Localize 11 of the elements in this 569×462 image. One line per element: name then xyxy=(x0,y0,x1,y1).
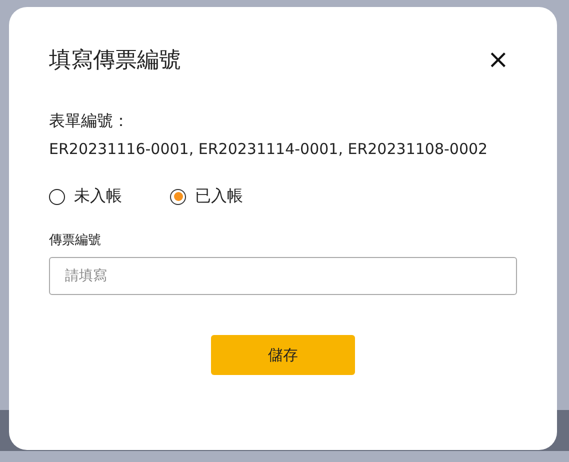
dialog-title: 填寫傳票編號 xyxy=(49,47,181,75)
save-button[interactable]: 儲存 xyxy=(211,335,355,375)
radio-button[interactable] xyxy=(49,188,65,204)
field-label: 傳票編號 xyxy=(49,232,102,249)
form-number-label: 表單編號： xyxy=(49,111,130,132)
radio-label[interactable]: 已入帳 xyxy=(195,186,243,207)
close-button[interactable]: × xyxy=(487,47,517,73)
voucher-number-input[interactable]: 請填寫 xyxy=(49,257,517,295)
form-number-list: ER20231116-0001, ER20231114-0001, ER20231108-0002 xyxy=(49,140,517,158)
radio-button[interactable] xyxy=(170,188,186,204)
radio-label[interactable]: 未入帳 xyxy=(74,186,122,207)
